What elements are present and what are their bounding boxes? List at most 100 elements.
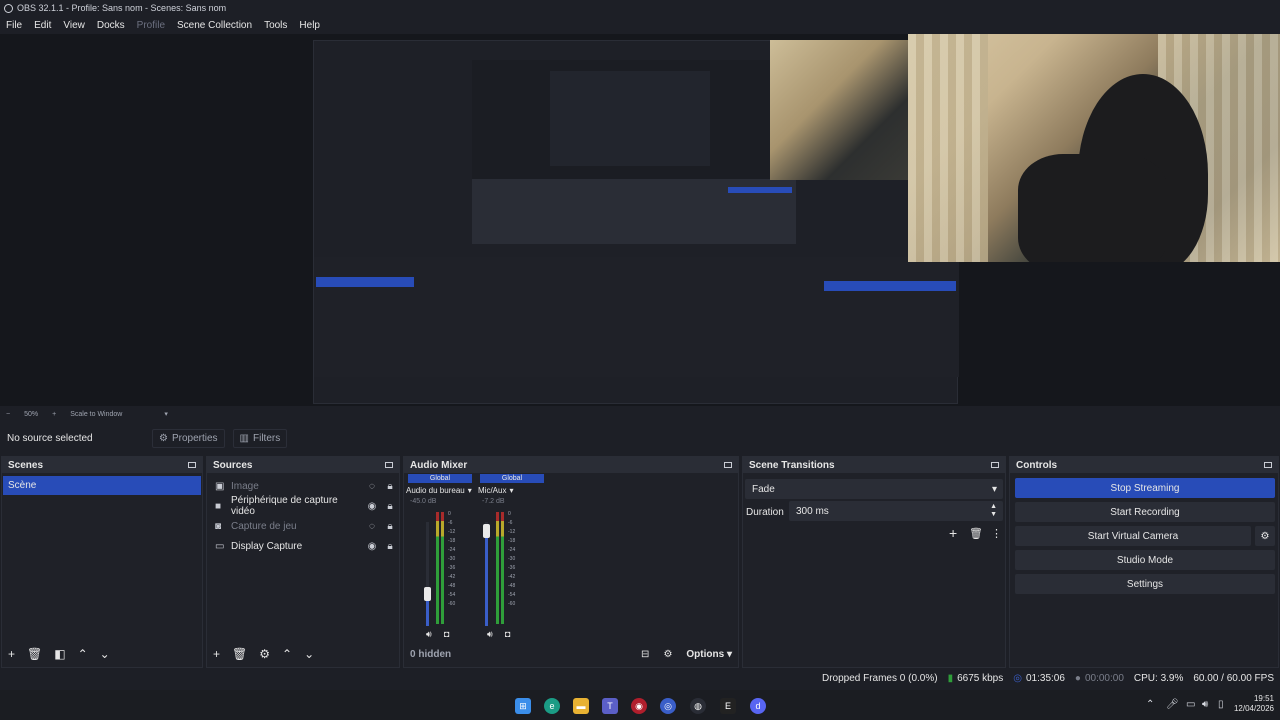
scene-item[interactable]: Scène <box>3 476 201 495</box>
chevron-up-icon[interactable]: ⌃ <box>1146 699 1154 710</box>
discord-icon[interactable]: d <box>750 698 766 714</box>
undock-icon[interactable] <box>385 462 393 468</box>
menu-profile[interactable]: Profile <box>137 20 165 31</box>
eye-hidden-icon[interactable]: ◌ <box>363 481 381 492</box>
menu-edit[interactable]: Edit <box>34 20 51 31</box>
file-explorer-icon[interactable]: ▬ <box>573 698 589 714</box>
chevron-down-icon[interactable]: ▾ <box>164 410 168 418</box>
volume-fader[interactable] <box>424 587 431 601</box>
speaker-icon[interactable]: 🔊︎ <box>487 629 493 640</box>
headphones-icon[interactable]: ◘ <box>444 629 449 639</box>
menu-bar: File Edit View Docks Profile Scene Colle… <box>0 16 1280 34</box>
duration-label: Duration <box>746 507 784 518</box>
properties-button[interactable]: ⚙ Properties <box>152 428 225 448</box>
battery-icon[interactable]: ▯ <box>1218 699 1224 710</box>
menu-file[interactable]: File <box>6 20 22 31</box>
gear-icon[interactable]: ⚙ <box>1255 526 1275 546</box>
dropped-frames: Dropped Frames 0 (0.0%) <box>821 672 938 684</box>
scenes-title: Scenes <box>8 459 44 471</box>
options-button[interactable]: Options ▾ <box>686 649 732 660</box>
zoom-out-button[interactable]: − <box>6 411 10 418</box>
duration-spinbox[interactable]: 300 ms ▲ ▼ <box>789 501 1003 521</box>
no-source-label: No source selected <box>7 432 93 444</box>
spinner-arrows-icon[interactable]: ▲ ▼ <box>990 503 997 519</box>
move-down-icon[interactable]: ⌄ <box>100 647 110 661</box>
gear-icon[interactable]: ⚙ <box>259 647 270 661</box>
speaker-icon[interactable]: 🔊︎ <box>426 629 432 640</box>
menu-scene-collection[interactable]: Scene Collection <box>177 20 252 31</box>
clock[interactable]: 19:51 12/04/2026 <box>1228 694 1274 714</box>
settings-button[interactable]: Settings <box>1015 574 1275 594</box>
channel-name[interactable]: Audio du bureau ▾ <box>404 486 476 495</box>
undock-icon[interactable] <box>991 462 999 468</box>
signal-icon: ▮ <box>947 672 954 684</box>
teams-icon[interactable]: T <box>602 698 618 714</box>
transition-select[interactable]: Fade ▾ <box>745 479 1003 499</box>
source-item-video-capture[interactable]: ■ Périphérique de capture vidéo ◉ 🔒︎ <box>207 495 399 517</box>
cpu-usage: CPU: 3.9% <box>1133 672 1184 684</box>
windows-start-icon[interactable]: ⊞ <box>515 698 531 714</box>
move-up-icon[interactable]: ⌃ <box>78 647 88 661</box>
start-recording-button[interactable]: Start Recording <box>1015 502 1275 522</box>
source-item-game-capture[interactable]: ◙ Capture de jeu ◌ 🔒︎ <box>207 516 399 536</box>
lock-icon[interactable]: 🔒︎ <box>381 481 399 492</box>
headphones-icon[interactable]: ◘ <box>505 629 510 639</box>
lock-icon[interactable]: 🔒︎ <box>381 501 399 512</box>
eye-icon[interactable]: ◉ <box>363 541 381 552</box>
start-virtual-camera-button[interactable]: Start Virtual Camera <box>1015 526 1251 546</box>
lock-icon[interactable]: 🔒︎ <box>381 541 399 552</box>
scenes-dock: Scenes Scène + 🗑︎ ◧ ⌃ ⌄ <box>1 456 203 668</box>
undock-icon[interactable] <box>188 462 196 468</box>
audio-mixer-dock: Audio Mixer Global Audio du bureau ▾ -45… <box>403 456 739 668</box>
mixer-settings-icon[interactable]: ⚙ <box>663 649 672 660</box>
stop-streaming-button[interactable]: Stop Streaming <box>1015 478 1275 498</box>
epic-games-icon[interactable]: E <box>720 698 736 714</box>
filter-icon: ▥ <box>239 432 249 444</box>
obs-icon[interactable]: ◍ <box>690 698 706 714</box>
studio-mode-button[interactable]: Studio Mode <box>1015 550 1275 570</box>
scale-select[interactable]: Scale to Window <box>70 411 122 418</box>
layout-icon[interactable]: ⊟ <box>641 649 649 660</box>
obs-logo-icon <box>4 3 13 13</box>
volume-fader[interactable] <box>483 524 490 538</box>
volume-icon[interactable]: 🔊︎ <box>1202 699 1208 710</box>
more-vertical-icon[interactable]: ⋮ <box>991 527 1002 540</box>
undock-icon[interactable] <box>1264 462 1272 468</box>
lock-icon[interactable]: 🔒︎ <box>381 521 399 532</box>
chevron-down-icon: ▾ <box>509 486 514 495</box>
app-icon[interactable]: ◉ <box>631 698 647 714</box>
trash-icon[interactable]: 🗑︎ <box>27 647 42 661</box>
camera-icon: ■ <box>215 500 222 512</box>
add-transition-button[interactable]: + <box>949 525 957 541</box>
menu-docks[interactable]: Docks <box>97 20 125 31</box>
webcam-feed <box>908 34 1280 262</box>
window-title: OBS 32.1.1 - Profile: Sans nom - Scenes:… <box>17 3 227 13</box>
record-time: 00:00:00 <box>1084 672 1124 684</box>
trash-icon[interactable]: 🗑︎ <box>969 527 983 540</box>
eye-hidden-icon[interactable]: ◌ <box>363 521 381 532</box>
sources-dock: Sources ▣ Image ◌ 🔒︎ ■ Périphérique de c… <box>206 456 400 668</box>
scene-filters-icon[interactable]: ◧ <box>54 647 65 661</box>
undock-icon[interactable] <box>724 462 732 468</box>
move-up-icon[interactable]: ⌃ <box>282 647 292 661</box>
app-icon[interactable]: ◎ <box>660 698 676 714</box>
menu-tools[interactable]: Tools <box>264 20 287 31</box>
channel-name[interactable]: Mic/Aux ▾ <box>476 486 548 495</box>
move-down-icon[interactable]: ⌄ <box>304 647 314 661</box>
add-scene-button[interactable]: + <box>8 647 15 661</box>
add-source-button[interactable]: + <box>213 647 220 661</box>
filters-button[interactable]: ▥ Filters <box>232 428 288 448</box>
preview-canvas[interactable] <box>0 34 1280 406</box>
trash-icon[interactable]: 🗑︎ <box>232 647 247 661</box>
network-icon[interactable]: ▭ <box>1186 699 1195 710</box>
microphone-icon[interactable]: 🎤︎ <box>1166 699 1179 710</box>
zoom-in-button[interactable]: + <box>52 411 56 418</box>
webcam-feed-nested <box>770 40 910 180</box>
menu-help[interactable]: Help <box>299 20 320 31</box>
eye-icon[interactable]: ◉ <box>363 501 381 512</box>
menu-view[interactable]: View <box>63 20 85 31</box>
source-item-display-capture[interactable]: ▭ Display Capture ◉ 🔒︎ <box>207 536 399 556</box>
source-item-image[interactable]: ▣ Image ◌ 🔒︎ <box>207 476 399 496</box>
level-meter <box>496 512 499 624</box>
edge-icon[interactable]: e <box>544 698 560 714</box>
